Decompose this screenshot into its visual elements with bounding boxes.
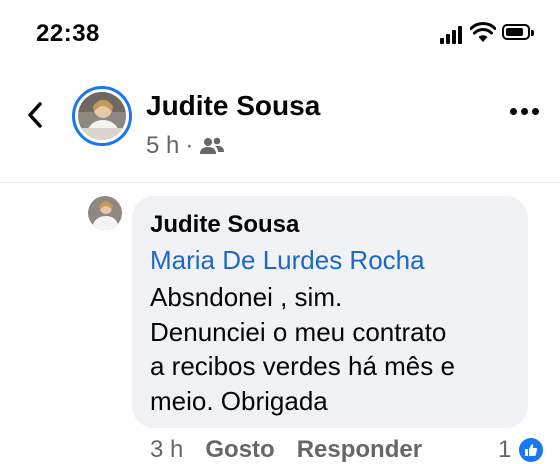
comment-author[interactable]: Judite Sousa (150, 208, 510, 242)
post-meta: 5 h · (146, 132, 225, 160)
author-avatar[interactable] (72, 86, 132, 146)
battery-icon (502, 24, 534, 40)
reply-button[interactable]: Responder (297, 436, 422, 464)
meta-separator: · (185, 132, 194, 159)
more-options-button[interactable] (510, 108, 540, 116)
divider (0, 182, 560, 183)
like-reaction-icon (517, 436, 546, 464)
status-time: 22:38 (36, 20, 100, 47)
post-age[interactable]: 5 h (146, 132, 179, 160)
like-count: 1 (498, 436, 512, 463)
dot-icon (521, 108, 528, 115)
reaction-summary[interactable]: 1 (498, 436, 546, 464)
cellular-signal-icon (440, 26, 466, 44)
profile-photo-icon (88, 196, 122, 230)
commenter-avatar[interactable] (88, 196, 122, 230)
dot-icon (532, 108, 539, 115)
comment-text: Absndonei , sim. Denunciei o meu contrat… (150, 280, 510, 418)
status-bar: 22:38 (0, 0, 560, 64)
chevron-left-icon (28, 102, 42, 128)
dot-icon (510, 108, 517, 115)
comment-age[interactable]: 3 h (150, 436, 183, 464)
back-button[interactable] (24, 100, 48, 130)
comment-line: Absndonei , sim. (150, 282, 343, 312)
wifi-icon (469, 22, 497, 44)
comment-bubble: Judite Sousa Maria De Lurdes Rocha Absnd… (132, 196, 528, 428)
comment-line: a recibos verdes há mês e (150, 351, 455, 381)
profile-photo-icon (78, 92, 126, 140)
comment-mention[interactable]: Maria De Lurdes Rocha (150, 242, 510, 278)
comment-line: Denunciei o meu contrato (150, 316, 447, 347)
comment-actions: 3 h Gosto Responder (150, 436, 422, 464)
comment-line: meio. Obrigada (150, 385, 328, 416)
like-button[interactable]: Gosto (205, 436, 274, 464)
author-name[interactable]: Judite Sousa (146, 90, 320, 122)
friends-icon (200, 137, 225, 154)
post-header: Judite Sousa 5 h · (0, 64, 560, 182)
